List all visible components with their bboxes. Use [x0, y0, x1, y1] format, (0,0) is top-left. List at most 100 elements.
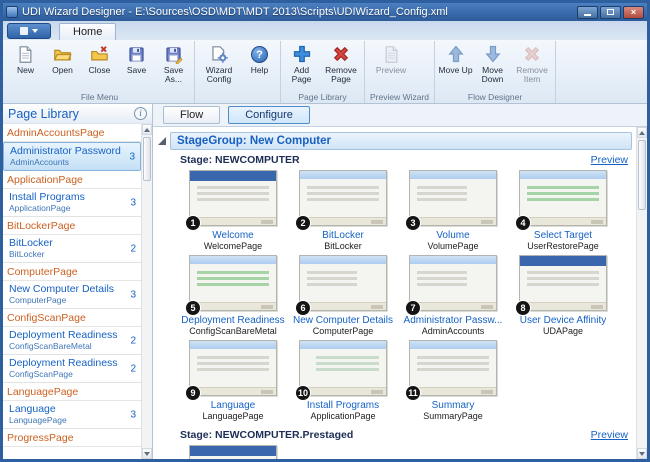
move-down-button[interactable]: Move Down [474, 41, 511, 91]
flow-page-card[interactable]: 9 Language LanguagePage [180, 340, 286, 421]
add-page-button[interactable]: Add Page [283, 41, 320, 91]
thumbnail-art [190, 387, 276, 395]
close-button[interactable]: × [623, 6, 644, 19]
page-title-link[interactable]: Install Programs [290, 400, 396, 411]
sidebar-group-header[interactable]: BitLockerPage [3, 217, 141, 235]
help-button[interactable]: ? Help [241, 41, 278, 91]
application-menu-button[interactable] [7, 23, 51, 39]
page-thumbnail[interactable]: 7 [409, 255, 497, 311]
sidebar-header: Page Library i [3, 104, 152, 124]
sidebar-group-header[interactable]: AdminAccountsPage [3, 124, 141, 142]
sidebar-page-item[interactable]: Install Programs ApplicationPage 3 [3, 189, 141, 217]
page-thumbnail[interactable]: 1 [189, 170, 277, 226]
page-thumbnail[interactable]: 10 [299, 340, 387, 396]
page-thumbnail[interactable]: 9 [189, 340, 277, 396]
page-thumbnail[interactable]: 4 [519, 170, 607, 226]
flow-page-card[interactable]: 6 New Computer Details ComputerPage [290, 255, 396, 336]
flow-page-card[interactable]: 7 Administrator Passw... AdminAccounts [400, 255, 506, 336]
page-thumbnail[interactable]: 5 [189, 255, 277, 311]
page-type-label: UDAPage [510, 326, 616, 336]
sidebar-page-item[interactable]: BitLocker BitLocker 2 [3, 235, 141, 263]
save-as-button[interactable]: Save As... [155, 41, 192, 91]
page-thumbnail[interactable]: 11 [409, 340, 497, 396]
flow-page-card[interactable]: 4 Select Target UserRestorePage [510, 170, 616, 251]
thumbnail-art [190, 256, 276, 264]
scroll-up-arrow[interactable] [637, 127, 647, 138]
page-title-link[interactable]: Welcome [180, 230, 286, 241]
new-button[interactable]: New [7, 41, 44, 91]
scrollbar-thumb[interactable] [143, 137, 151, 181]
sidebar-group-header[interactable]: ComputerPage [3, 263, 141, 281]
maximize-button[interactable] [600, 6, 621, 19]
scroll-down-arrow[interactable] [142, 448, 152, 459]
stage-section: Stage: NEWCOMPUTER.Prestaged Preview [158, 429, 634, 459]
stage-group-header[interactable]: StageGroup: New Computer [170, 132, 632, 150]
page-thumbnail[interactable]: 3 [409, 170, 497, 226]
sidebar-page-item[interactable]: Deployment Readiness ConfigScanPage 2 [3, 355, 141, 383]
wizard-config-button[interactable]: Wizard Config [197, 41, 241, 91]
flow-page-card[interactable]: 2 BitLocker BitLocker [290, 170, 396, 251]
flow-page-card[interactable]: 5 Deployment Readiness ConfigScanBareMet… [180, 255, 286, 336]
page-thumbnail[interactable]: 2 [299, 170, 387, 226]
thumbnail-art [300, 387, 386, 395]
tab-flow[interactable]: Flow [163, 106, 220, 124]
preview-button[interactable]: Preview [367, 41, 415, 91]
info-icon[interactable]: i [134, 107, 147, 120]
remove-page-button[interactable]: Remove Page [320, 41, 362, 91]
flow-page-card[interactable]: 10 Install Programs ApplicationPage [290, 340, 396, 421]
flow-page-card[interactable] [180, 445, 286, 459]
item-subtitle: ConfigScanBareMetal [9, 341, 123, 351]
tab-configure[interactable]: Configure [228, 106, 310, 124]
scrollbar-thumb[interactable] [638, 140, 646, 210]
move-up-button[interactable]: Move Up [437, 41, 474, 91]
page-thumbnail[interactable]: 8 [519, 255, 607, 311]
page-title-link[interactable]: Summary [400, 400, 506, 411]
flow-page-card[interactable]: 8 User Device Affinity UDAPage [510, 255, 616, 336]
page-title-link[interactable]: Deployment Readiness [180, 315, 286, 326]
open-folder-icon [53, 43, 72, 65]
scroll-up-arrow[interactable] [142, 124, 152, 135]
sidebar-group-header[interactable]: ProgressPage [3, 429, 141, 447]
sidebar-scrollbar[interactable] [141, 124, 152, 459]
save-button[interactable]: Save [118, 41, 155, 91]
sidebar-page-item[interactable]: Language LanguagePage 3 [3, 401, 141, 429]
minimize-button[interactable] [577, 6, 598, 19]
sidebar-group-header[interactable]: LanguagePage [3, 383, 141, 401]
page-title-link[interactable]: Volume [400, 230, 506, 241]
scroll-down-arrow[interactable] [637, 448, 647, 459]
page-number-badge: 5 [186, 301, 200, 315]
page-thumbnail[interactable]: 6 [299, 255, 387, 311]
sidebar-page-item[interactable]: New Computer Details ComputerPage 3 [3, 281, 141, 309]
chevron-down-icon [32, 29, 38, 33]
close-file-button[interactable]: Close [81, 41, 118, 91]
flow-page-card[interactable]: 3 Volume VolumePage [400, 170, 506, 251]
main-scrollbar[interactable] [636, 127, 647, 459]
page-type-label: VolumePage [400, 241, 506, 251]
page-title-link[interactable]: BitLocker [290, 230, 396, 241]
flow-page-card[interactable]: 11 Summary SummaryPage [400, 340, 506, 421]
thumbnail-art [300, 341, 386, 349]
sidebar-page-item[interactable]: Deployment Readiness ConfigScanBareMetal… [3, 327, 141, 355]
page-thumbnail[interactable] [189, 445, 277, 459]
page-title-link[interactable]: Administrator Passw... [400, 315, 506, 326]
flow-page-card[interactable]: 1 Welcome WelcomePage [180, 170, 286, 251]
item-title: New Computer Details [9, 283, 123, 295]
ribbon-group-preview-wizard: Preview Preview Wizard [365, 41, 435, 103]
view-tabs: Flow Configure [153, 104, 647, 126]
remove-item-button[interactable]: Remove Item [511, 41, 553, 91]
open-button[interactable]: Open [44, 41, 81, 91]
sidebar-group-header[interactable]: ConfigScanPage [3, 309, 141, 327]
page-title-link[interactable]: Select Target [510, 230, 616, 241]
sidebar-group-header[interactable]: ApplicationPage [3, 171, 141, 189]
thumbnail-art [190, 353, 276, 385]
stage-preview-link[interactable]: Preview [591, 429, 628, 441]
page-title-link[interactable]: Language [180, 400, 286, 411]
page-title-link[interactable]: User Device Affinity [510, 315, 616, 326]
collapse-expander-icon[interactable] [158, 137, 166, 145]
sidebar-page-item[interactable]: Administrator Password AdminAccounts 3 [3, 142, 141, 171]
stage-preview-link[interactable]: Preview [591, 154, 628, 166]
scrollbar-track[interactable] [637, 138, 647, 448]
ribbon-tab-home[interactable]: Home [59, 23, 116, 40]
scrollbar-track[interactable] [142, 135, 152, 448]
page-title-link[interactable]: New Computer Details [290, 315, 396, 326]
